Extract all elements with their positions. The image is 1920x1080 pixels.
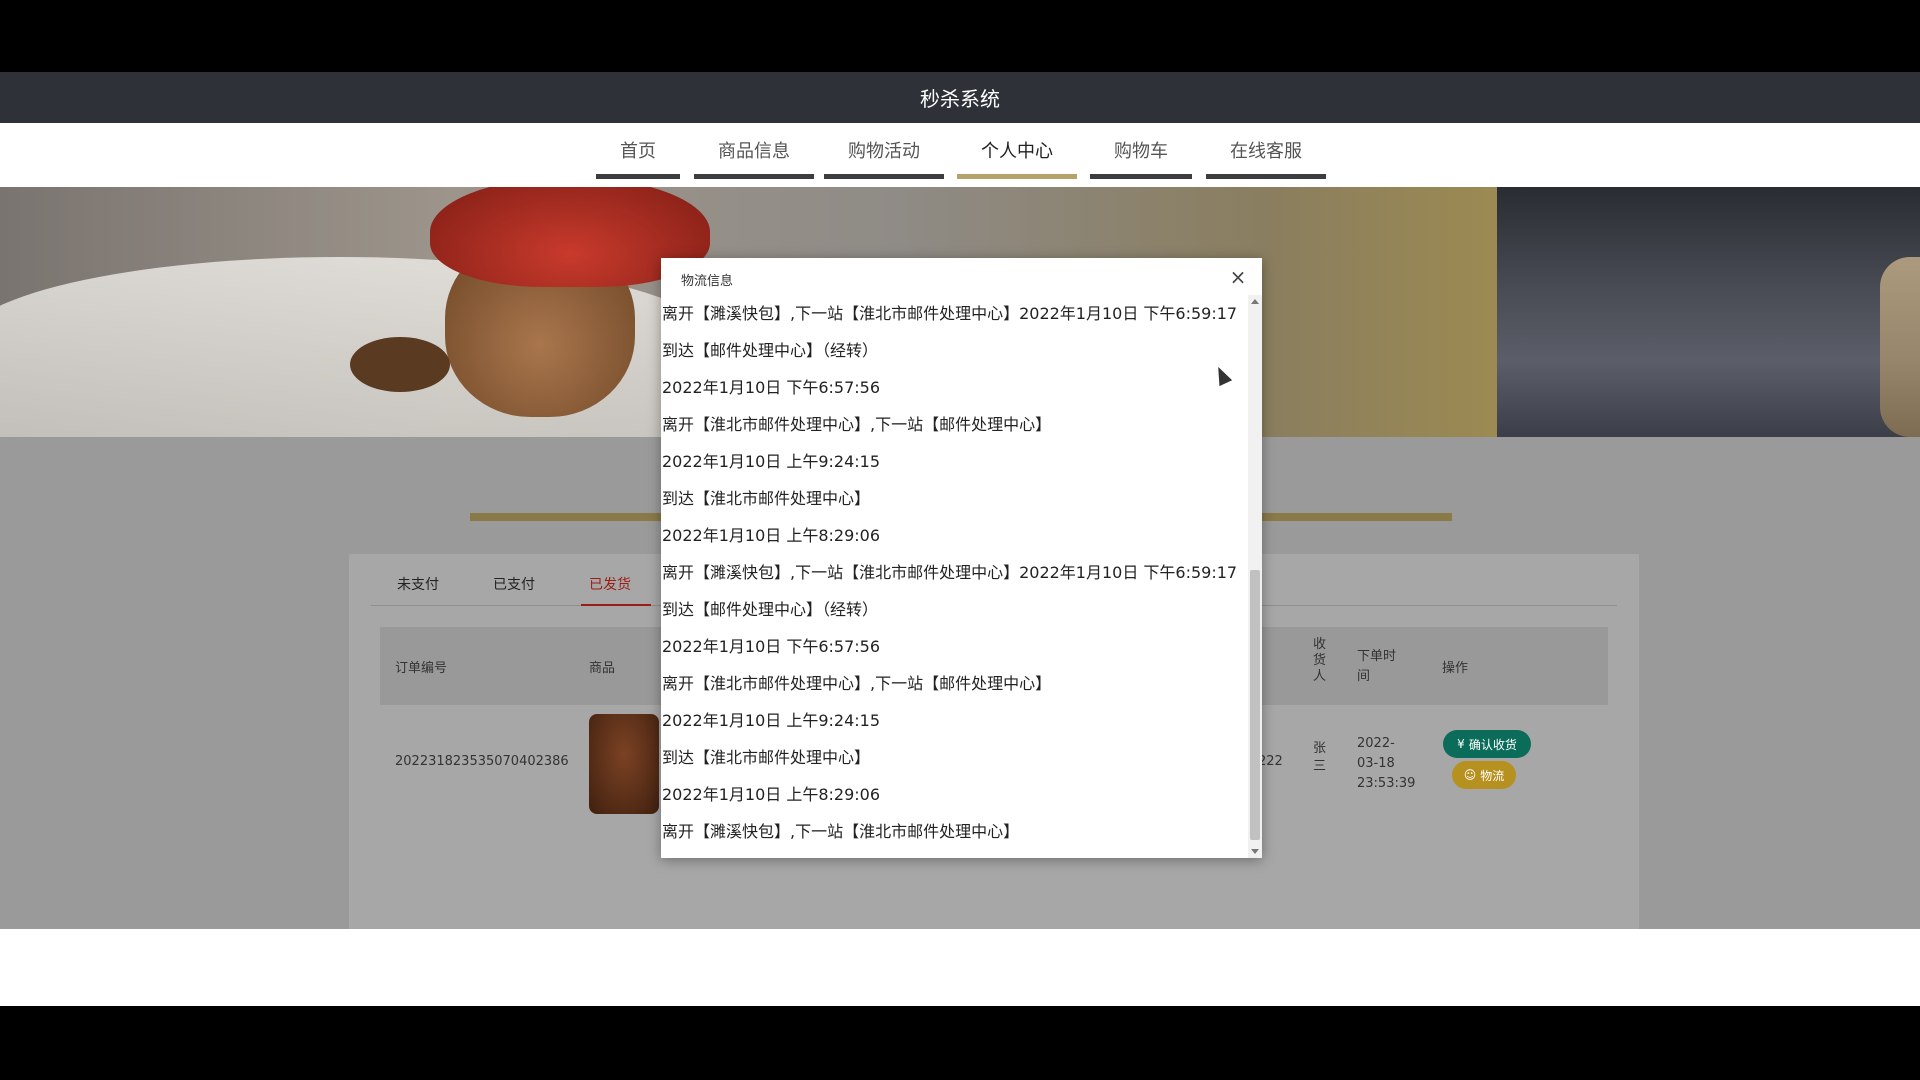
main-nav: 首页 商品信息 购物活动 个人中心 购物车 在线客服	[0, 123, 1920, 187]
modal-title: 物流信息	[681, 274, 734, 289]
log-line: 2022年1月10日 上午9:24:15	[662, 711, 881, 730]
tab-unpaid[interactable]: 未支付	[397, 574, 439, 606]
order-time: 2022- 03-18 23:53:39	[1357, 736, 1416, 791]
receiver-name: 张 三	[1313, 741, 1327, 774]
logistics-label: 物流	[1480, 768, 1505, 783]
nav-item-products[interactable]: 商品信息	[694, 139, 814, 179]
close-icon[interactable]: ×	[1228, 267, 1248, 288]
logistics-log: 离开【濉溪快包】,下一站【淮北市邮件处理中心】2022年1月10日 下午6:59…	[661, 295, 1247, 858]
nav-item-customer-service[interactable]: 在线客服	[1206, 139, 1326, 179]
confirm-receipt-label: 确认收货	[1468, 737, 1517, 752]
log-line: 到达【淮北市邮件处理中心】	[662, 748, 871, 767]
nav-item-home[interactable]: 首页	[596, 139, 680, 179]
nav-item-activities[interactable]: 购物活动	[824, 139, 944, 179]
log-line: 离开【濉溪快包】,下一站【淮北市邮件处理中心】	[662, 822, 1020, 841]
yen-icon: ¥	[1457, 737, 1465, 751]
log-line: 离开【濉溪快包】,下一站【淮北市邮件处理中心】2022年1月10日 下午6:59…	[662, 304, 1238, 323]
logistics-modal: 物流信息 × 离开【濉溪快包】,下一站【淮北市邮件处理中心】2022年1月10日…	[661, 258, 1262, 858]
log-line: 到达【邮件处理中心】（经转）	[662, 600, 879, 619]
top-letterbox	[0, 0, 1920, 72]
log-line: 2022年1月10日 上午8:29:06	[662, 785, 881, 804]
order-number: 20223182353507040238​6	[395, 754, 569, 769]
bottom-letterbox	[0, 1006, 1920, 1080]
log-line: 离开【濉溪快包】,下一站【淮北市邮件处理中心】2022年1月10日 下午6:59…	[662, 563, 1238, 582]
confirm-receipt-button[interactable]: ¥ 确认收货	[1443, 730, 1531, 758]
user-icon: ☺	[1463, 768, 1477, 782]
logistics-button[interactable]: ☺ 物流	[1452, 761, 1516, 789]
nav-item-cart[interactable]: 购物车	[1090, 139, 1192, 179]
tab-shipped[interactable]: 已发货	[581, 574, 651, 606]
tab-paid[interactable]: 已支付	[493, 574, 535, 606]
log-line: 到达【邮件处理中心】（经转）	[662, 341, 879, 360]
th-receiver: 收 货 人	[1313, 637, 1327, 684]
th-order-no: 订单编号	[395, 661, 448, 676]
log-line: 2022年1月10日 下午6:57:56	[662, 637, 881, 656]
log-line: 2022年1月10日 下午6:57:56	[662, 378, 881, 397]
nav-item-personal-center[interactable]: 个人中心	[957, 139, 1077, 179]
footer-band	[0, 929, 1920, 1006]
app-header: 秒杀系统	[0, 72, 1920, 123]
scroll-thumb[interactable]	[1250, 570, 1260, 840]
banner-image-secondary	[1497, 187, 1920, 437]
log-line: 离开【淮北市邮件处理中心】,下一站【邮件处理中心】	[662, 415, 1052, 434]
th-product: 商品	[589, 661, 616, 676]
product-thumbnail[interactable]	[589, 714, 659, 814]
log-line: 离开【淮北市邮件处理中心】,下一站【邮件处理中心】	[662, 674, 1052, 693]
app-title: 秒杀系统	[920, 87, 1000, 111]
th-order-time: 下单时 间	[1357, 649, 1397, 684]
modal-scrollbar[interactable]	[1248, 295, 1262, 858]
scroll-up-arrow-icon[interactable]	[1251, 299, 1259, 304]
log-line: 2022年1月10日 上午8:29:06	[662, 526, 881, 545]
scroll-down-arrow-icon[interactable]	[1251, 849, 1259, 854]
log-line: 2022年1月10日 上午9:24:15	[662, 452, 881, 471]
th-actions: 操作	[1442, 661, 1469, 676]
log-line: 到达【淮北市邮件处理中心】	[662, 489, 871, 508]
